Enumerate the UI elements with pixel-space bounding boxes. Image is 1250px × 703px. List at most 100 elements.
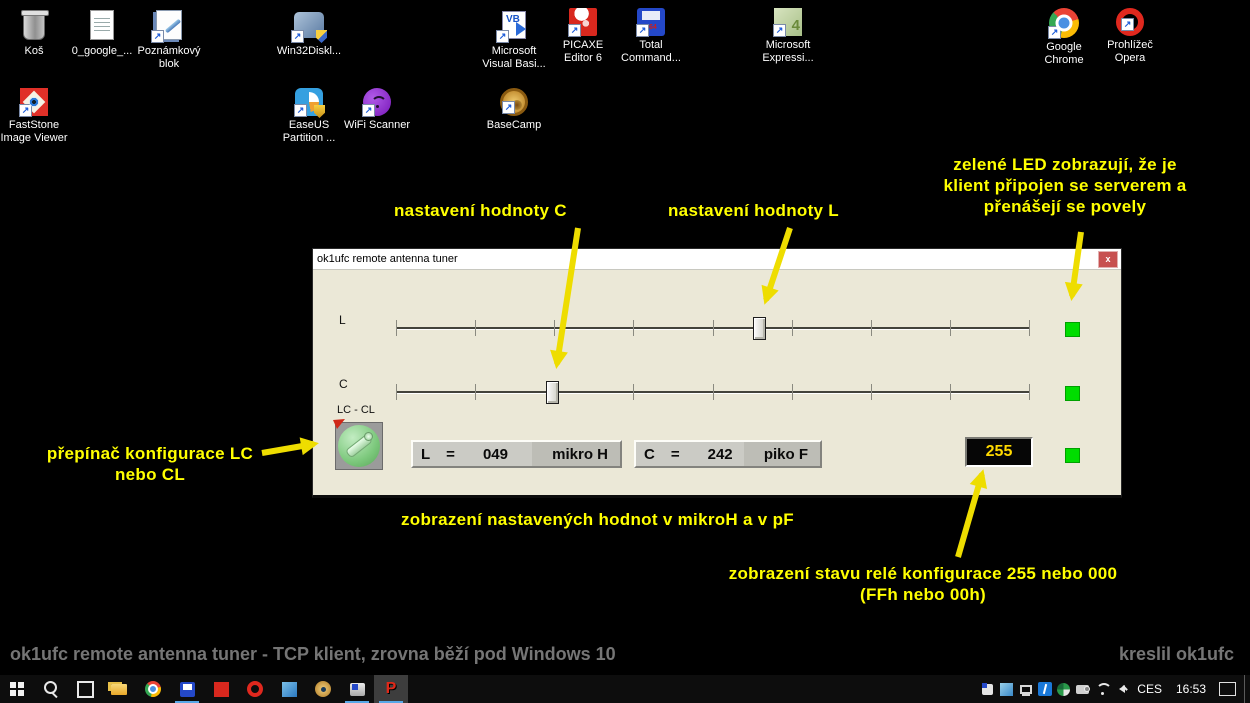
notification-center-icon[interactable] [1219, 682, 1236, 696]
start-icon [7, 679, 27, 699]
slider-tick [950, 384, 951, 400]
desktop-icon-label: TotalCommand... [612, 39, 690, 65]
lc-cl-label: LC - CL [337, 404, 375, 416]
desktop-icon-label: FastStoneImage Viewer [0, 119, 73, 145]
shortcut-arrow-icon: ↗ [291, 30, 304, 43]
desktop-icon-label: MicrosoftExpressi... [749, 39, 827, 65]
desktop-icon-vb[interactable]: VB↗MicrosoftVisual Basi... [475, 8, 553, 71]
desktop-icon-easeus[interactable]: ↗ EaseUSPartition ... [270, 88, 348, 145]
diskimager-icon: ↗ [292, 8, 326, 42]
tray-item-app[interactable] [978, 675, 997, 703]
taskbar-item-start[interactable] [0, 675, 34, 703]
l-display-value: 049 [483, 446, 508, 463]
language-indicator[interactable]: CES [1137, 682, 1162, 696]
expression-glyph-text: 4 [792, 17, 800, 34]
tray-wifi-icon [1095, 682, 1109, 696]
desktop-icon-opera[interactable]: ↗ProhlížečOpera [1091, 8, 1169, 65]
annotation-c: nastavení hodnoty C [394, 200, 567, 221]
clock[interactable]: 16:53 [1176, 682, 1206, 696]
show-desktop-button[interactable] [1244, 675, 1250, 703]
desktop-icon-label: Poznámkovýblok [130, 45, 208, 71]
tray-item-wifi[interactable] [1092, 675, 1111, 703]
taskbar-item-faststone[interactable] [306, 675, 340, 703]
slider-tick [396, 384, 397, 400]
tray-item-bluetooth[interactable] [1035, 675, 1054, 703]
tray-item-photos[interactable] [997, 675, 1016, 703]
desktop[interactable]: Koš0_google_...↗Poznámkovýblok↗Win32Disk… [0, 0, 1250, 703]
slider-c-label: C [339, 377, 348, 391]
slider-tick [950, 320, 951, 336]
title-bar[interactable]: ok1ufc remote antenna tuner x [313, 249, 1121, 270]
slider-tick [713, 384, 714, 400]
taskbar-item-search[interactable] [34, 675, 68, 703]
shortcut-arrow-icon: ↗ [294, 104, 307, 117]
desktop-icon-label: ProhlížečOpera [1091, 39, 1169, 65]
tray-icons [978, 675, 1130, 703]
annotation-switch: přepínač konfigurace LC nebo CL [10, 443, 290, 485]
desktop-icon-label: WiFi Scanner [338, 119, 416, 132]
shortcut-arrow-icon: ↗ [636, 24, 649, 37]
file-explorer-icon [109, 679, 129, 699]
slider-tick [1029, 320, 1030, 336]
tray-item-phone[interactable] [1073, 675, 1092, 703]
desktop-icon-label: EaseUSPartition ... [270, 119, 348, 145]
slider-tick [633, 384, 634, 400]
desktop-icon-label: PICAXEEditor 6 [544, 39, 622, 65]
slider-tick [792, 320, 793, 336]
slider-tick [396, 320, 397, 336]
annotation-l: nastavení hodnoty L [668, 200, 839, 221]
taskbar-items: P [0, 675, 408, 703]
taskbar-item-total-commander[interactable] [170, 675, 204, 703]
shortcut-arrow-icon: ↗ [568, 24, 581, 37]
taskbar-item-task-view[interactable] [68, 675, 102, 703]
taskbar-item-picaxe[interactable] [204, 675, 238, 703]
tuner-window: ok1ufc remote antenna tuner x L C LC - C… [312, 248, 1122, 498]
annotation-relay-line1: zobrazení stavu relé konfigurace 255 neb… [688, 563, 1158, 584]
c-display-eq: = [671, 446, 680, 463]
annotation-values: zobrazení nastavených hodnot v mikroH a … [401, 509, 794, 530]
expression-icon: 4↗ [774, 8, 802, 36]
tray-photos-icon [1000, 682, 1014, 696]
total-commander-icon [177, 679, 197, 699]
slider-l-track[interactable] [396, 327, 1029, 329]
easeus-icon: ↗ [295, 88, 323, 116]
c-display-value: 242 [708, 446, 733, 463]
shortcut-arrow-icon: ↗ [362, 104, 375, 117]
l-display-label: L [421, 446, 430, 463]
desktop-icon-label: MicrosoftVisual Basi... [475, 45, 553, 71]
led-l [1065, 322, 1080, 337]
tray-item-volume-muted[interactable] [1111, 675, 1130, 703]
desktop-icon-wifi[interactable]: ↗ WiFi Scanner [338, 88, 416, 132]
desktop-icon-notepad[interactable]: ↗Poznámkovýblok [130, 8, 208, 71]
tray-item-defender[interactable] [1054, 675, 1073, 703]
photos-icon [279, 679, 299, 699]
taskbar-item-opera[interactable] [238, 675, 272, 703]
annotation-relay: zobrazení stavu relé konfigurace 255 neb… [688, 563, 1158, 605]
desktop-icon-faststone[interactable]: ↗FastStoneImage Viewer [0, 88, 73, 145]
taskbar-item-picaxe-editor[interactable]: P [374, 675, 408, 703]
taskbar-item-win32-disk-imager[interactable] [340, 675, 374, 703]
annotation-relay-line2: (FFh nebo 00h) [688, 584, 1158, 605]
desktop-icon-basecamp[interactable]: ↗BaseCamp [475, 88, 553, 132]
tray-item-monitors[interactable] [1016, 675, 1035, 703]
desktop-icon-expression[interactable]: 4↗ MicrosoftExpressi... [749, 8, 827, 65]
slider-c-thumb[interactable] [546, 381, 559, 404]
l-value-display: L = 049 mikro H [411, 440, 622, 468]
taskbar-item-photos[interactable] [272, 675, 306, 703]
annotation-led: zelené LED zobrazují, že je klient připo… [905, 154, 1225, 217]
annotation-led-line3: přenášejí se povely [905, 196, 1225, 217]
taskbar-item-chrome[interactable] [136, 675, 170, 703]
chrome-icon [143, 679, 163, 699]
tray-phone-icon [1076, 682, 1090, 696]
desktop-icon-picaxe[interactable]: ↗ PICAXEEditor 6 [544, 8, 622, 65]
slider-l-thumb[interactable] [753, 317, 766, 340]
slider-c-track[interactable] [396, 391, 1029, 393]
taskbar-item-file-explorer[interactable] [102, 675, 136, 703]
desktop-icon-totalcmd[interactable]: 64↗TotalCommand... [612, 8, 690, 65]
l-display-eq: = [446, 446, 455, 463]
lc-cl-switch[interactable] [335, 422, 383, 470]
close-button[interactable]: x [1098, 251, 1118, 268]
slider-tick [792, 384, 793, 400]
slider-tick [713, 320, 714, 336]
desktop-icon-diskimager[interactable]: ↗Win32Diskl... [270, 8, 348, 58]
